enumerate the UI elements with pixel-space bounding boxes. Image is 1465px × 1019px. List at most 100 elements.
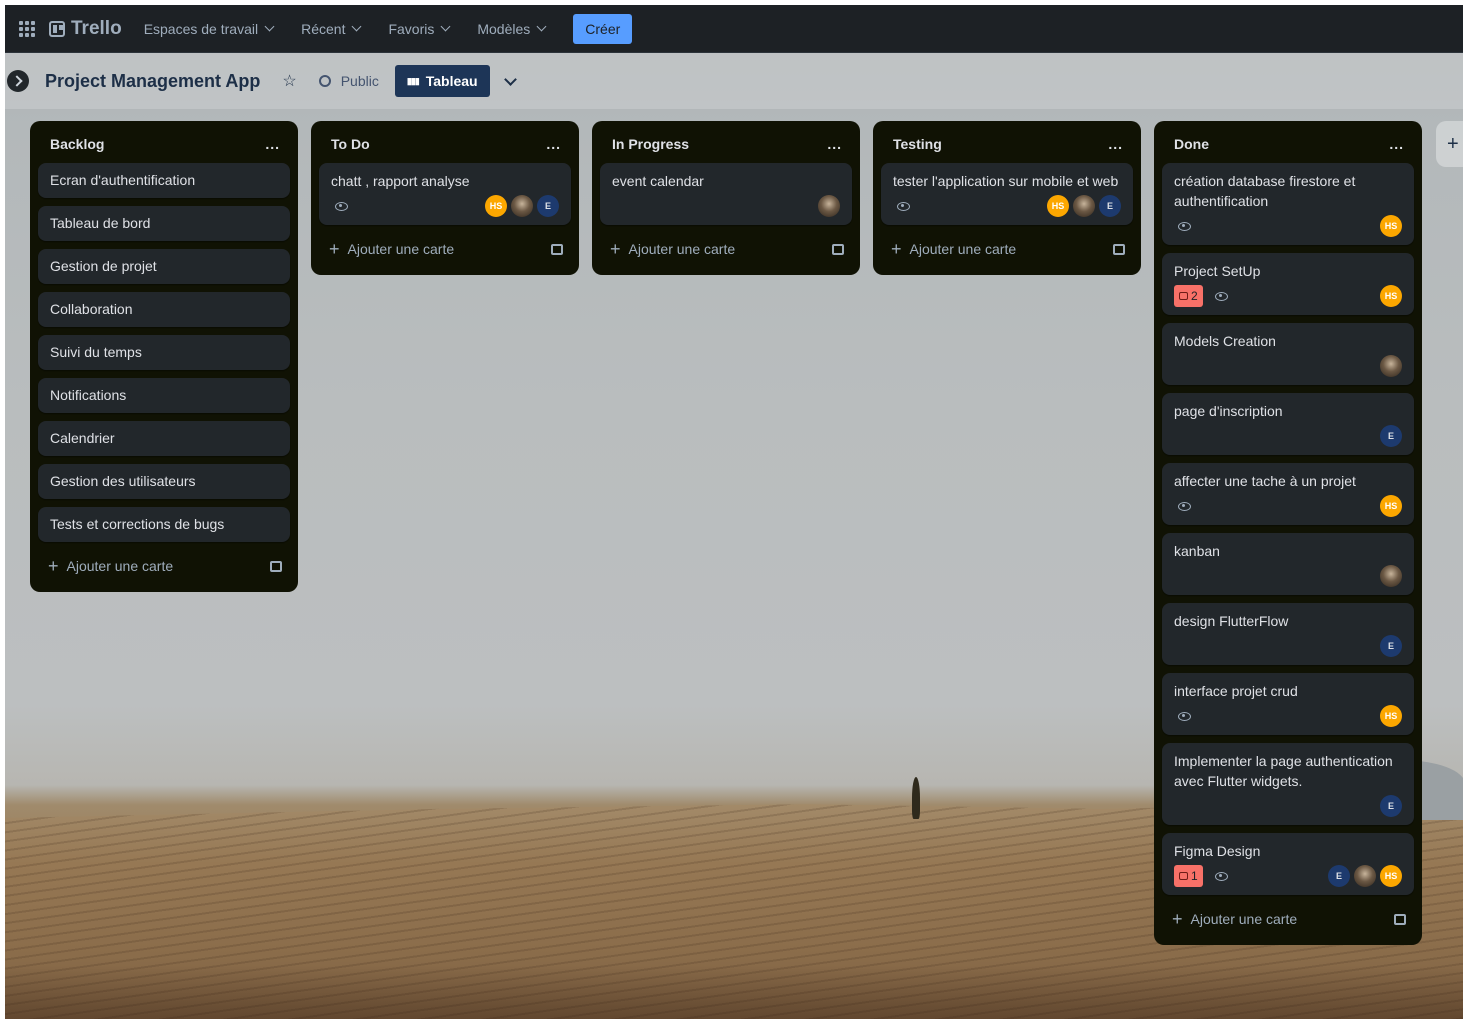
avatar-photo[interactable] bbox=[1380, 355, 1402, 377]
card[interactable]: Gestion des utilisateurs bbox=[38, 464, 290, 499]
card[interactable]: event calendar bbox=[600, 163, 852, 225]
card[interactable]: Suivi du temps bbox=[38, 335, 290, 370]
app-switcher-icon[interactable] bbox=[19, 20, 35, 37]
list-header: Done ... bbox=[1162, 129, 1414, 159]
avatar-photo[interactable] bbox=[1073, 195, 1095, 217]
top-navigation: Trello Espaces de travail Récent Favoris… bbox=[5, 5, 1463, 53]
board-header: Project Management App ☆ Public ▮▮▮ Tabl… bbox=[5, 53, 1463, 109]
watch-icon bbox=[1178, 711, 1191, 721]
add-card-label: Ajouter une carte bbox=[347, 241, 455, 257]
card-template-icon[interactable] bbox=[551, 243, 563, 255]
avatar-e[interactable]: E bbox=[1099, 195, 1121, 217]
card-members: HS bbox=[1380, 705, 1402, 727]
card[interactable]: Tests et corrections de bugs bbox=[38, 507, 290, 542]
nav-workspaces[interactable]: Espaces de travail bbox=[144, 21, 275, 37]
avatar-e[interactable]: E bbox=[1380, 795, 1402, 817]
card-members: HS bbox=[1380, 285, 1402, 307]
list-menu-button[interactable]: ... bbox=[546, 136, 561, 152]
add-card-button[interactable]: + Ajouter une carte bbox=[891, 240, 1016, 258]
add-card-button[interactable]: + Ajouter une carte bbox=[1172, 910, 1297, 928]
avatar-e[interactable]: E bbox=[537, 195, 559, 217]
avatar-hs[interactable]: HS bbox=[1380, 865, 1402, 887]
card-title: affecter une tache à un projet bbox=[1174, 473, 1356, 489]
list-menu-button[interactable]: ... bbox=[1389, 136, 1404, 152]
list-menu-button[interactable]: ... bbox=[827, 136, 842, 152]
card[interactable]: affecter une tache à un projet HS bbox=[1162, 463, 1414, 525]
avatar-photo[interactable] bbox=[511, 195, 533, 217]
add-list-button[interactable]: + bbox=[1436, 121, 1463, 167]
chevron-down-icon bbox=[352, 21, 362, 32]
card[interactable]: Project SetUp 2 HS bbox=[1162, 253, 1414, 315]
card-template-icon[interactable] bbox=[270, 560, 282, 572]
list-title[interactable]: Backlog bbox=[50, 136, 104, 152]
create-button[interactable]: Créer bbox=[573, 13, 633, 44]
avatar-e[interactable]: E bbox=[1328, 865, 1350, 887]
card[interactable]: création database firestore et authentif… bbox=[1162, 163, 1414, 245]
avatar-hs[interactable]: HS bbox=[1380, 215, 1402, 237]
card[interactable]: Calendrier bbox=[38, 421, 290, 456]
sidebar-expand-button[interactable] bbox=[7, 70, 29, 92]
card[interactable]: page d'inscription E bbox=[1162, 393, 1414, 455]
list-title[interactable]: Done bbox=[1174, 136, 1209, 152]
trello-logo-icon bbox=[49, 20, 65, 37]
list-title[interactable]: To Do bbox=[331, 136, 370, 152]
list-title[interactable]: Testing bbox=[893, 136, 942, 152]
card[interactable]: interface projet crud HS bbox=[1162, 673, 1414, 735]
card[interactable]: Tableau de bord bbox=[38, 206, 290, 241]
plus-icon: + bbox=[1172, 909, 1183, 929]
logo-text: Trello bbox=[71, 17, 122, 39]
card[interactable]: chatt , rapport analyse HS E bbox=[319, 163, 571, 225]
card-template-icon[interactable] bbox=[832, 243, 844, 255]
visibility-button[interactable]: Public bbox=[318, 73, 379, 89]
trello-logo[interactable]: Trello bbox=[49, 18, 122, 40]
nav-starred[interactable]: Favoris bbox=[388, 21, 451, 37]
chevron-down-icon[interactable] bbox=[503, 72, 517, 86]
add-card-button[interactable]: + Ajouter une carte bbox=[48, 557, 173, 575]
avatar-photo[interactable] bbox=[818, 195, 840, 217]
add-card-label: Ajouter une carte bbox=[909, 241, 1017, 257]
avatar-hs[interactable]: HS bbox=[1380, 285, 1402, 307]
card-title: chatt , rapport analyse bbox=[331, 173, 470, 189]
board-title[interactable]: Project Management App bbox=[45, 71, 260, 92]
card-template-icon[interactable] bbox=[1113, 243, 1125, 255]
card[interactable]: tester l'application sur mobile et web H… bbox=[881, 163, 1133, 225]
avatar-hs[interactable]: HS bbox=[1047, 195, 1069, 217]
nav-recent[interactable]: Récent bbox=[301, 21, 362, 37]
card[interactable]: Figma Design 1 E HS bbox=[1162, 833, 1414, 895]
avatar-hs[interactable]: HS bbox=[1380, 495, 1402, 517]
avatar-hs[interactable]: HS bbox=[1380, 705, 1402, 727]
card[interactable]: Collaboration bbox=[38, 292, 290, 327]
card-title: création database firestore et authentif… bbox=[1174, 173, 1356, 209]
nav-templates[interactable]: Modèles bbox=[477, 21, 547, 37]
avatar-photo[interactable] bbox=[1380, 565, 1402, 587]
avatar-e[interactable]: E bbox=[1380, 425, 1402, 447]
card[interactable]: Gestion de projet bbox=[38, 249, 290, 284]
card[interactable]: Models Creation bbox=[1162, 323, 1414, 385]
plus-icon: + bbox=[891, 239, 902, 259]
card-footer: HS bbox=[1174, 215, 1402, 237]
comment-count: 1 bbox=[1191, 869, 1198, 883]
list-title[interactable]: In Progress bbox=[612, 136, 689, 152]
comment-badge: 2 bbox=[1174, 285, 1203, 307]
star-icon[interactable]: ☆ bbox=[282, 71, 296, 91]
list-menu-button[interactable]: ... bbox=[1108, 136, 1123, 152]
card-footer bbox=[1174, 565, 1402, 587]
avatar-photo[interactable] bbox=[1354, 865, 1376, 887]
watch-icon bbox=[1178, 501, 1191, 511]
list-todo: To Do ... chatt , rapport analyse HS E +… bbox=[311, 121, 579, 275]
card[interactable]: Notifications bbox=[38, 378, 290, 413]
avatar-hs[interactable]: HS bbox=[485, 195, 507, 217]
card[interactable]: Ecran d'authentification bbox=[38, 163, 290, 198]
board-view-button[interactable]: ▮▮▮ Tableau bbox=[394, 65, 490, 97]
card[interactable]: kanban bbox=[1162, 533, 1414, 595]
list-menu-button[interactable]: ... bbox=[265, 136, 280, 152]
card[interactable]: design FlutterFlow E bbox=[1162, 603, 1414, 665]
card[interactable]: Implementer la page authentication avec … bbox=[1162, 743, 1414, 825]
add-card-button[interactable]: + Ajouter une carte bbox=[329, 240, 454, 258]
card-template-icon[interactable] bbox=[1394, 913, 1406, 925]
card-members: E HS bbox=[1328, 865, 1402, 887]
card-footer bbox=[612, 195, 840, 217]
browser-viewport: Trello Espaces de travail Récent Favoris… bbox=[5, 5, 1463, 1019]
add-card-button[interactable]: + Ajouter une carte bbox=[610, 240, 735, 258]
avatar-e[interactable]: E bbox=[1380, 635, 1402, 657]
